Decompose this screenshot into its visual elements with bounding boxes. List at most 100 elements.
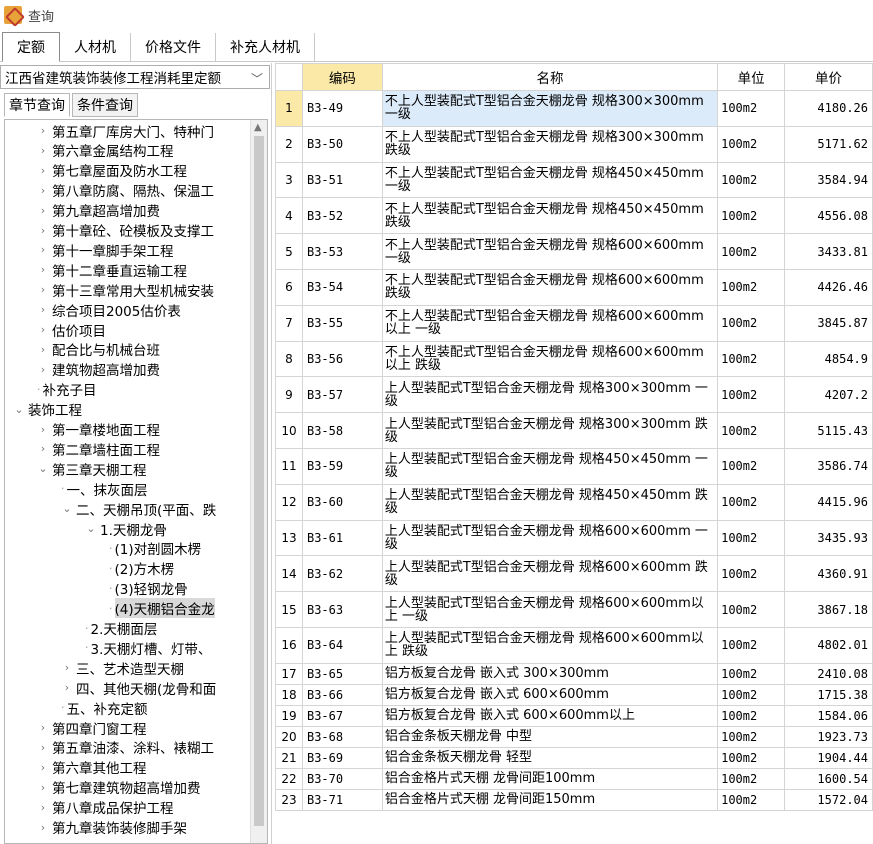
quota-unit[interactable]: 100m2 [717, 447, 786, 485]
quota-price[interactable]: 4802.01 [784, 626, 873, 664]
row-index[interactable]: 21 [275, 746, 303, 769]
chevron-right-icon[interactable]: › [37, 721, 49, 734]
tree-node[interactable]: · 2.天棚面层 [85, 619, 157, 639]
row-index[interactable]: 23 [275, 788, 303, 811]
tree-node[interactable]: › 四、其他天棚(龙骨和面 [61, 678, 216, 698]
table-row[interactable]: 17 B3-65 铝方板复合龙骨 嵌入式 300×300mm 100m2 2410.08 [275, 662, 873, 685]
row-index[interactable]: 7 [275, 304, 303, 342]
quota-code[interactable]: B3-71 [301, 788, 383, 811]
quota-library-select[interactable]: 江西省建筑装饰装修工程消耗里定额 ﹀ [0, 65, 270, 89]
quota-price[interactable]: 3845.87 [784, 304, 873, 342]
chevron-right-icon[interactable]: › [37, 164, 49, 177]
tree-node[interactable]: · 五、补充定额 [61, 698, 148, 718]
table-row[interactable]: 6 B3-54 不上人型装配式T型铝合金天棚龙骨 规格600×600mm 跌级 100… [275, 268, 873, 306]
quota-code[interactable]: B3-63 [301, 591, 383, 628]
quota-name[interactable]: 铝方板复合龙骨 嵌入式 600×600mm以上 [381, 704, 719, 727]
tree-node[interactable]: › 综合项目2005估价表 [37, 300, 181, 320]
quota-unit[interactable]: 100m2 [717, 788, 786, 811]
tree-node[interactable]: ⌄ 装饰工程 [13, 400, 82, 420]
tree-scroll-thumb[interactable] [254, 136, 264, 826]
quota-price[interactable]: 3584.94 [784, 161, 873, 199]
quota-price[interactable]: 5171.62 [784, 125, 873, 163]
table-row[interactable]: 21 B3-69 铝合金条板天棚龙骨 轻型 100m2 1904.44 [275, 746, 873, 769]
table-row[interactable]: 8 B3-56 不上人型装配式T型铝合金天棚龙骨 规格600×600mm以上 跌级 1… [275, 340, 873, 378]
quota-unit[interactable]: 100m2 [717, 704, 786, 727]
tree-node[interactable]: › 三、艺术造型天棚 [61, 658, 184, 678]
chevron-right-icon[interactable]: › [37, 423, 49, 436]
quota-price[interactable]: 1600.54 [784, 767, 873, 790]
quota-code[interactable]: B3-69 [301, 746, 383, 769]
quota-code[interactable]: B3-50 [301, 125, 383, 163]
header-name[interactable]: 名称 [381, 63, 719, 91]
quota-code[interactable]: B3-54 [301, 268, 383, 306]
chevron-right-icon[interactable]: › [37, 821, 49, 834]
quota-unit[interactable]: 100m2 [717, 125, 786, 163]
chapter-tree[interactable]: › 第五章厂库房大门、特种门 › 第六章金属结构工程 › 第七章屋面及防水工程 › 第八章防腐… [4, 119, 268, 844]
row-index[interactable]: 14 [275, 555, 303, 593]
chevron-down-icon[interactable]: ⌄ [85, 522, 97, 535]
tree-scrollbar[interactable]: ▲ [250, 120, 267, 843]
quota-unit[interactable]: 100m2 [717, 746, 786, 769]
quota-unit[interactable]: 100m2 [717, 519, 786, 557]
quota-name[interactable]: 不上人型装配式T型铝合金天棚龙骨 规格300×300mm 跌级 [381, 125, 719, 163]
quota-code[interactable]: B3-67 [301, 704, 383, 727]
quota-name[interactable]: 不上人型装配式T型铝合金天棚龙骨 规格300×300mm 一级 [381, 90, 719, 127]
quota-price[interactable]: 5115.43 [784, 412, 873, 449]
quota-price[interactable]: 4556.08 [784, 197, 873, 235]
quota-price[interactable]: 3435.93 [784, 519, 873, 557]
tab-condition-search[interactable]: 条件查询 [72, 93, 138, 117]
tab-labor-material-machine[interactable]: 人材机 [60, 33, 131, 61]
tree-node[interactable]: › 第四章门窗工程 [37, 718, 147, 738]
tree-node[interactable]: › 第七章建筑物超高增加费 [37, 778, 201, 798]
row-index[interactable]: 10 [275, 412, 303, 449]
tree-node[interactable]: ⌄ 二、天棚吊顶(平面、跌 [61, 499, 216, 519]
chevron-right-icon[interactable]: › [37, 184, 49, 197]
tree-node[interactable]: › 第八章成品保护工程 [37, 798, 174, 818]
quota-price[interactable]: 4207.2 [784, 376, 873, 414]
tree-node[interactable]: › 估价项目 [37, 320, 106, 340]
row-index[interactable]: 9 [275, 376, 303, 414]
table-row[interactable]: 12 B3-60 上人型装配式T型铝合金天棚龙骨 规格450×450mm 跌级 100… [275, 483, 873, 521]
chevron-right-icon[interactable]: › [37, 741, 49, 754]
chevron-down-icon[interactable]: ⌄ [37, 462, 49, 475]
quota-unit[interactable]: 100m2 [717, 591, 786, 628]
quota-name[interactable]: 上人型装配式T型铝合金天棚龙骨 规格600×600mm以上 跌级 [381, 626, 719, 664]
quota-price[interactable]: 4415.96 [784, 483, 873, 521]
tree-node[interactable]: › 第二章墙柱面工程 [37, 439, 160, 459]
chevron-right-icon[interactable]: › [37, 263, 49, 276]
tree-node[interactable]: › 第十章砼、砼模板及支撑工 [37, 221, 214, 241]
tree-node[interactable]: › 第十一章脚手架工程 [37, 240, 174, 260]
quota-unit[interactable]: 100m2 [717, 725, 786, 748]
tree-node[interactable]: › 第五章油漆、涂料、裱糊工 [37, 738, 214, 758]
table-row[interactable]: 22 B3-70 铝合金格片式天棚 龙骨间距100mm 100m2 1600.54 [275, 767, 873, 790]
quota-name[interactable]: 上人型装配式T型铝合金天棚龙骨 规格600×600mm 跌级 [381, 555, 719, 593]
quota-name[interactable]: 不上人型装配式T型铝合金天棚龙骨 规格600×600mm 跌级 [381, 268, 719, 306]
tab-price-file[interactable]: 价格文件 [131, 33, 216, 61]
tree-node[interactable]: › 第六章其他工程 [37, 758, 147, 778]
tree-node[interactable]: › 第九章装饰装修脚手架 [37, 818, 187, 838]
quota-code[interactable]: B3-52 [301, 197, 383, 235]
row-index[interactable]: 15 [275, 591, 303, 628]
tree-node[interactable]: · 补充子目 [37, 380, 97, 400]
row-index[interactable]: 13 [275, 519, 303, 557]
quota-name[interactable]: 不上人型装配式T型铝合金天棚龙骨 规格600×600mm以上 一级 [381, 304, 719, 342]
header-price[interactable]: 单价 [784, 63, 873, 91]
chevron-right-icon[interactable]: › [37, 323, 49, 336]
table-row[interactable]: 5 B3-53 不上人型装配式T型铝合金天棚龙骨 规格600×600mm 一级 100… [275, 233, 873, 270]
quota-price[interactable]: 1715.38 [784, 683, 873, 706]
row-index[interactable]: 2 [275, 125, 303, 163]
quota-price[interactable]: 1572.04 [784, 788, 873, 811]
scroll-up-icon[interactable]: ▲ [254, 122, 262, 133]
table-row[interactable]: 15 B3-63 上人型装配式T型铝合金天棚龙骨 规格600×600mm以上 一级 1… [275, 591, 873, 628]
quota-unit[interactable]: 100m2 [717, 90, 786, 127]
table-row[interactable]: 18 B3-66 铝方板复合龙骨 嵌入式 600×600mm 100m2 1715.38 [275, 683, 873, 706]
header-unit[interactable]: 单位 [717, 63, 786, 91]
row-index[interactable]: 4 [275, 197, 303, 235]
quota-name[interactable]: 上人型装配式T型铝合金天棚龙骨 规格450×450mm 跌级 [381, 483, 719, 521]
quota-name[interactable]: 上人型装配式T型铝合金天棚龙骨 规格600×600mm 一级 [381, 519, 719, 557]
quota-name[interactable]: 铝合金格片式天棚 龙骨间距100mm [381, 767, 719, 790]
quota-price[interactable]: 4180.26 [784, 90, 873, 127]
row-index[interactable]: 19 [275, 704, 303, 727]
table-row[interactable]: 9 B3-57 上人型装配式T型铝合金天棚龙骨 规格300×300mm 一级 100m… [275, 376, 873, 414]
row-index[interactable]: 16 [275, 626, 303, 664]
